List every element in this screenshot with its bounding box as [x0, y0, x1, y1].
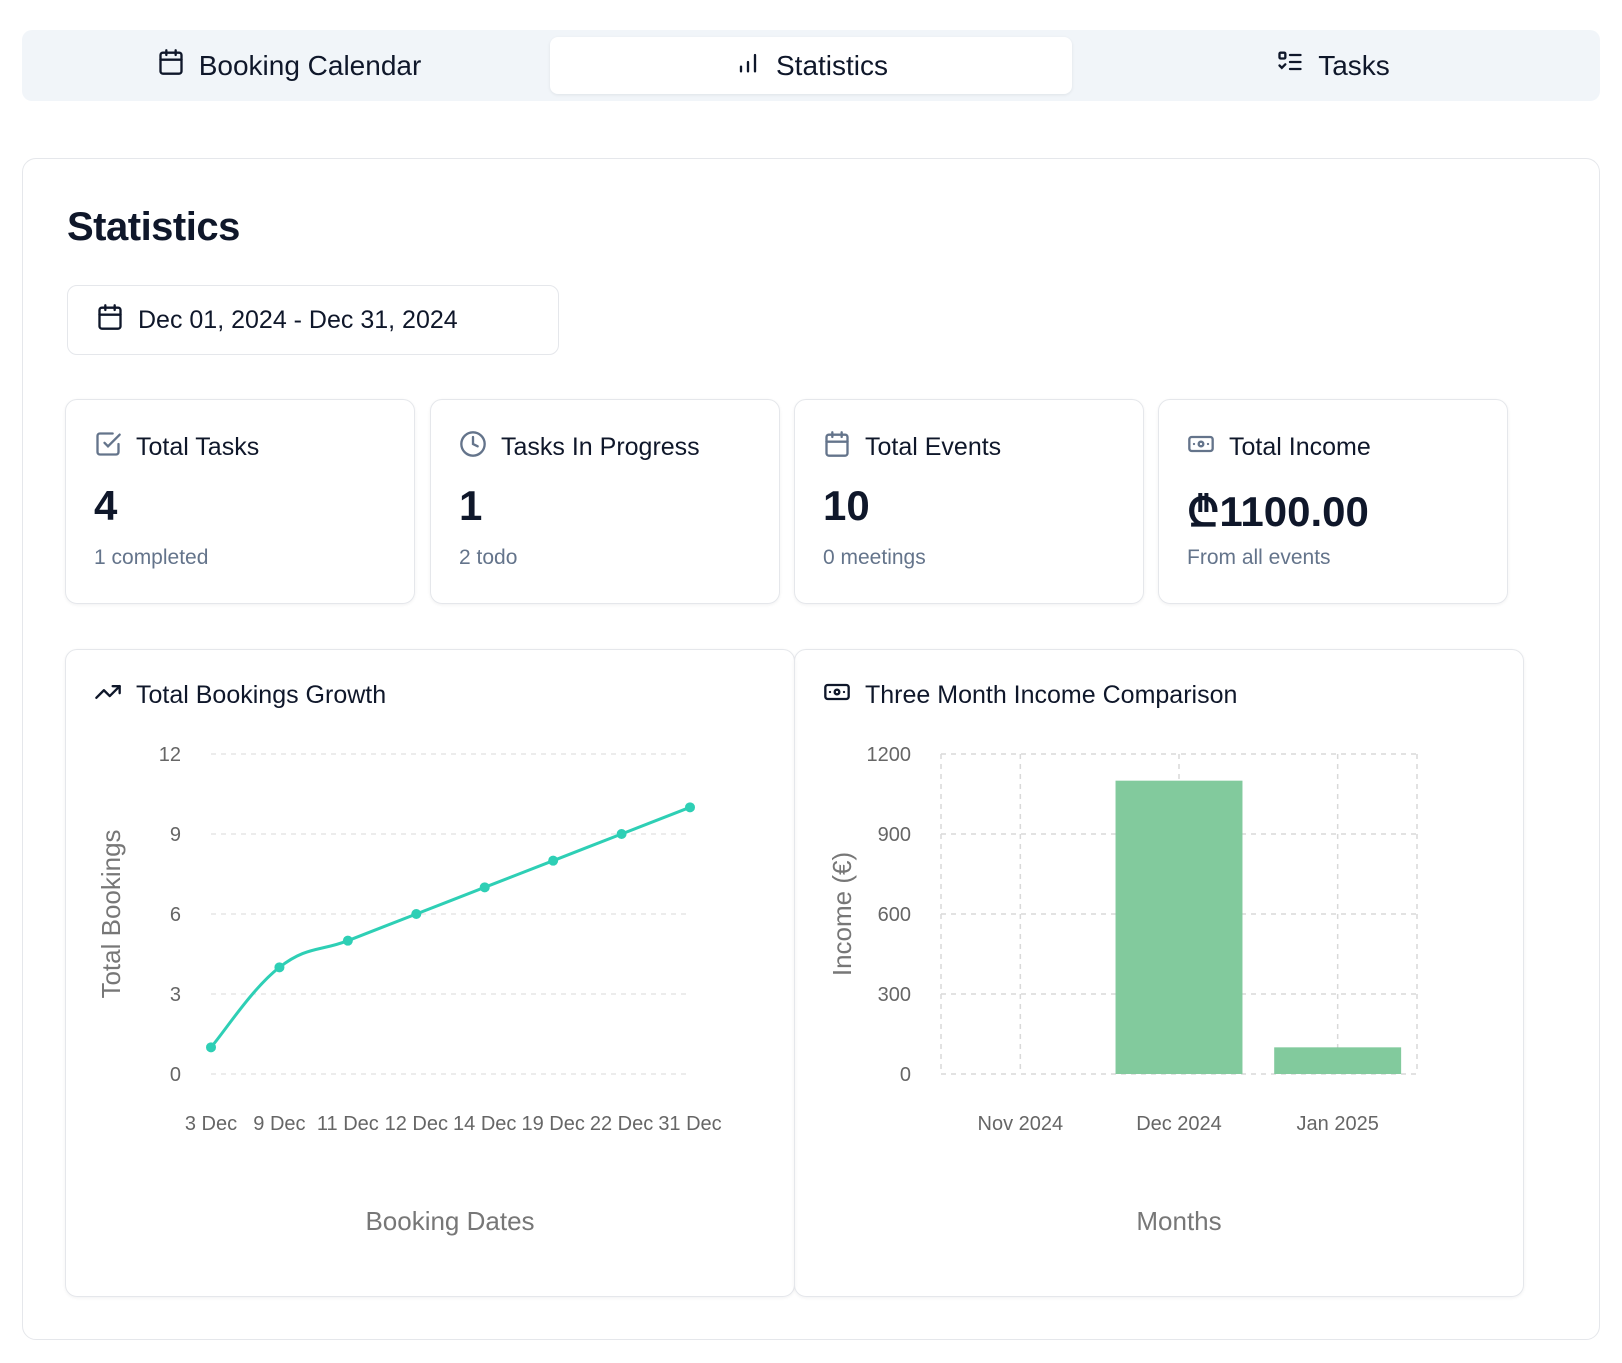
- stat-title: Tasks In Progress: [501, 433, 700, 461]
- stat-value: 10: [823, 482, 870, 529]
- date-range-text: Dec 01, 2024 - Dec 31, 2024: [138, 305, 458, 334]
- list-checks-icon: [1276, 48, 1304, 83]
- x-tick-label: 19 Dec: [521, 1113, 584, 1135]
- data-point: [206, 1042, 216, 1053]
- tab-booking-calendar[interactable]: Booking Calendar: [28, 37, 550, 94]
- stat-card-total-tasks: Total Tasks 4 1 completed: [65, 399, 415, 604]
- bookings-growth-card: Total Bookings Growth 0 3 6 9 12 3 Dec 9 Dec 11…: [65, 649, 795, 1297]
- data-point: [342, 935, 353, 946]
- x-axis-title: Months: [1136, 1206, 1221, 1236]
- y-tick-label: 0: [900, 1064, 911, 1086]
- x-tick-label: 22 Dec: [590, 1113, 653, 1135]
- calendar-icon: [157, 48, 185, 83]
- data-point: [479, 882, 490, 893]
- y-tick-label: 600: [878, 904, 911, 926]
- y-tick-label: 12: [159, 744, 181, 766]
- data-point: [548, 855, 559, 866]
- stat-subtitle: From all events: [1187, 546, 1331, 569]
- data-point: [411, 909, 422, 919]
- y-tick-label: 0: [170, 1064, 181, 1086]
- x-tick-label: 9 Dec: [253, 1113, 305, 1135]
- income-bar-chart: 0 300 600 900 1200 Nov 2024 Dec 2024 Jan 2025 Mo…: [827, 744, 1418, 1236]
- calendar-icon: [823, 430, 851, 465]
- tab-label: Statistics: [775, 49, 889, 81]
- view-tabs: Booking Calendar Statistics Tasks: [22, 30, 1600, 101]
- stat-subtitle: 0 meetings: [823, 546, 926, 569]
- x-tick-label: 3 Dec: [185, 1113, 237, 1135]
- x-tick-label: 14 Dec: [453, 1113, 516, 1135]
- statistics-panel: Statistics Dec 01, 2024 - Dec 31, 2024 T…: [22, 158, 1600, 1340]
- y-tick-label: 6: [170, 904, 181, 926]
- x-tick-label: Dec 2024: [1136, 1113, 1222, 1135]
- stat-value: 4: [94, 482, 118, 529]
- bookings-series-line: [209, 805, 691, 1049]
- y-tick-label: 9: [170, 824, 181, 846]
- stat-value: ₾1100.00: [1187, 488, 1369, 535]
- date-range-picker[interactable]: Dec 01, 2024 - Dec 31, 2024: [67, 285, 559, 355]
- stat-subtitle: 2 todo: [459, 546, 518, 569]
- banknote-icon: [1187, 430, 1215, 465]
- y-tick-label: 3: [170, 984, 181, 1006]
- data-point: [616, 829, 627, 839]
- tab-tasks[interactable]: Tasks: [1072, 37, 1594, 94]
- x-tick-label: Jan 2025: [1297, 1113, 1379, 1135]
- calendar-icon: [96, 303, 124, 338]
- stat-title: Total Tasks: [136, 433, 260, 461]
- tab-label: Tasks: [1318, 49, 1390, 81]
- x-tick-label: 31 Dec: [658, 1113, 721, 1135]
- page-title: Statistics: [67, 205, 240, 249]
- data-point: [685, 802, 695, 813]
- income-bar: [1274, 1047, 1402, 1074]
- tab-statistics[interactable]: Statistics: [550, 37, 1072, 94]
- x-tick-label: Nov 2024: [978, 1113, 1064, 1135]
- y-tick-label: 1200: [867, 744, 912, 766]
- y-tick-label: 300: [878, 984, 911, 1006]
- check-square-icon: [94, 430, 122, 465]
- y-axis-title: Income (€): [827, 852, 857, 976]
- stat-card-tasks-in-progress: Tasks In Progress 1 2 todo: [430, 399, 780, 604]
- stat-card-total-events: Total Events 10 0 meetings: [794, 399, 1144, 604]
- bar-chart-icon: [734, 48, 762, 83]
- income-bar: [1115, 780, 1243, 1074]
- stat-title: Total Events: [865, 433, 1002, 461]
- stat-card-total-income: Total Income ₾1100.00 From all events: [1158, 399, 1508, 604]
- stat-subtitle: 1 completed: [94, 546, 209, 569]
- stat-value: 1: [459, 482, 483, 529]
- y-tick-label: 900: [878, 824, 911, 846]
- income-comparison-card: Three Month Income Comparison 0 300 600 900…: [794, 649, 1524, 1297]
- stat-title: Total Income: [1229, 433, 1371, 461]
- x-tick-label: 12 Dec: [385, 1113, 448, 1135]
- x-axis-title: Booking Dates: [365, 1206, 534, 1236]
- bookings-line-chart: 0 3 6 9 12 3 Dec 9 Dec 11 Dec 12 Dec 14 Dec 19 Dec…: [96, 744, 722, 1236]
- tab-label: Booking Calendar: [198, 49, 422, 81]
- data-point: [274, 962, 285, 973]
- y-axis-title: Total Bookings: [96, 829, 126, 998]
- x-tick-label: 11 Dec: [317, 1113, 379, 1135]
- clock-icon: [459, 430, 487, 465]
